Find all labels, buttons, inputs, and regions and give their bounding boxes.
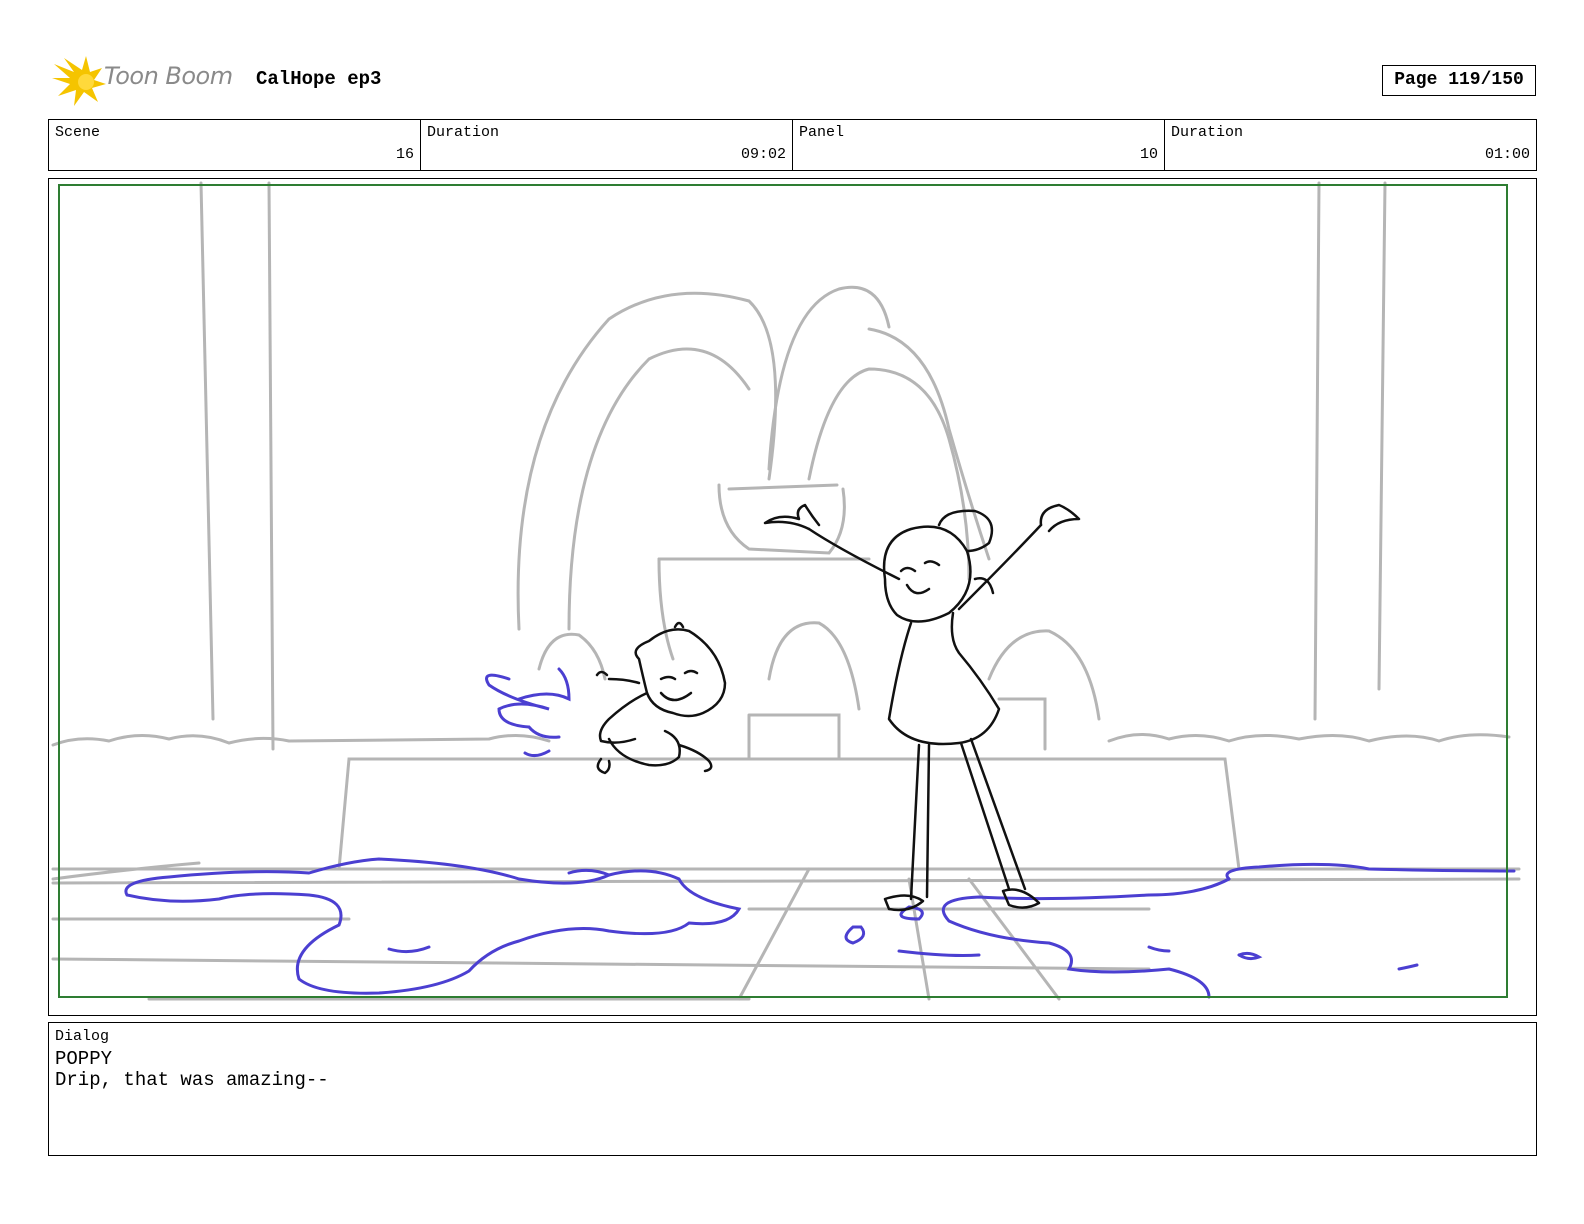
panel-label: Panel (799, 124, 845, 141)
water-puddle (124, 667, 1516, 999)
scene-duration-cell: Duration 09:02 (421, 120, 793, 170)
logo-text: Toon Boom (104, 62, 233, 90)
panel-duration-label: Duration (1171, 124, 1244, 141)
panel-duration-value: 01:00 (1484, 146, 1530, 163)
starburst-icon (52, 56, 106, 106)
dialog-text: POPPY Drip, that was amazing-- (55, 1049, 329, 1091)
drip-character (595, 621, 727, 775)
background-sketch (51, 181, 1521, 1001)
dialog-box: Dialog POPPY Drip, that was amazing-- (48, 1022, 1537, 1156)
panel-value: 10 (1139, 146, 1158, 163)
panel-cell: Panel 10 (793, 120, 1165, 170)
characters (595, 503, 1081, 912)
dialog-speaker: POPPY (55, 1048, 113, 1070)
scene-label: Scene (55, 124, 101, 141)
toon-boom-logo: Toon Boom (52, 56, 242, 106)
dialog-label: Dialog (55, 1028, 110, 1045)
safe-frame (58, 184, 1508, 998)
scene-duration-value: 09:02 (740, 146, 786, 163)
scene-duration-label: Duration (427, 124, 500, 141)
scene-cell: Scene 16 (49, 120, 421, 170)
poppy-character (763, 503, 1081, 912)
page-indicator: Page 119/150 (1382, 65, 1536, 96)
panel-duration-cell: Duration 01:00 (1165, 120, 1536, 170)
dialog-line: Drip, that was amazing-- (55, 1069, 329, 1091)
project-title: CalHope ep3 (256, 68, 382, 90)
panel-sketch (51, 181, 1521, 1001)
scene-value: 16 (395, 146, 414, 163)
scene-info-row: Scene 16 Duration 09:02 Panel 10 Duratio… (48, 119, 1537, 171)
storyboard-panel (48, 178, 1537, 1016)
